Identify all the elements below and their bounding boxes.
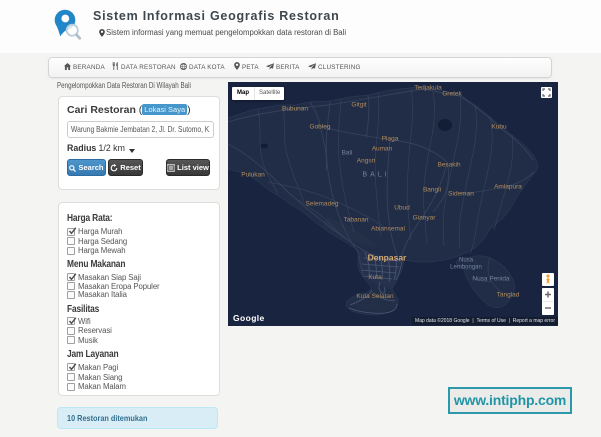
svg-text:Tanglad: Tanglad — [497, 292, 520, 299]
svg-text:Selemadeg: Selemadeg — [306, 201, 339, 208]
svg-text:Gobleg: Gobleg — [310, 124, 331, 131]
svg-text:Gretek: Gretek — [442, 91, 462, 98]
svg-text:Bangli: Bangli — [423, 187, 441, 194]
svg-text:Pulukan: Pulukan — [241, 172, 265, 179]
svg-text:Gitgit: Gitgit — [351, 102, 366, 109]
svg-text:Kuta Selatan: Kuta Selatan — [356, 293, 394, 300]
svg-text:Kubu: Kubu — [491, 124, 507, 131]
svg-text:Denpasar: Denpasar — [368, 253, 407, 263]
svg-text:Bubunan: Bubunan — [282, 106, 308, 113]
svg-text:Nusa: Nusa — [459, 258, 474, 264]
svg-text:Auman: Auman — [372, 146, 393, 153]
svg-text:Kuta: Kuta — [368, 274, 382, 281]
svg-text:Amlapura: Amlapura — [494, 184, 522, 191]
svg-text:BALI: BALI — [362, 172, 389, 179]
svg-text:Nusa Penida: Nusa Penida — [472, 276, 510, 283]
svg-text:Abiansemal: Abiansemal — [371, 226, 406, 233]
svg-text:Tedjakula: Tedjakula — [414, 85, 442, 92]
svg-text:Plaga: Plaga — [382, 136, 399, 143]
svg-text:Tabanan: Tabanan — [344, 217, 369, 224]
svg-text:Ubud: Ubud — [394, 205, 410, 212]
svg-text:Sideman: Sideman — [448, 191, 474, 198]
svg-text:Besakih: Besakih — [437, 162, 461, 169]
svg-text:Bali: Bali — [342, 150, 353, 157]
svg-text:Lembongan: Lembongan — [450, 265, 482, 271]
svg-text:Angsri: Angsri — [357, 158, 375, 165]
svg-text:Gianyar: Gianyar — [413, 215, 437, 222]
